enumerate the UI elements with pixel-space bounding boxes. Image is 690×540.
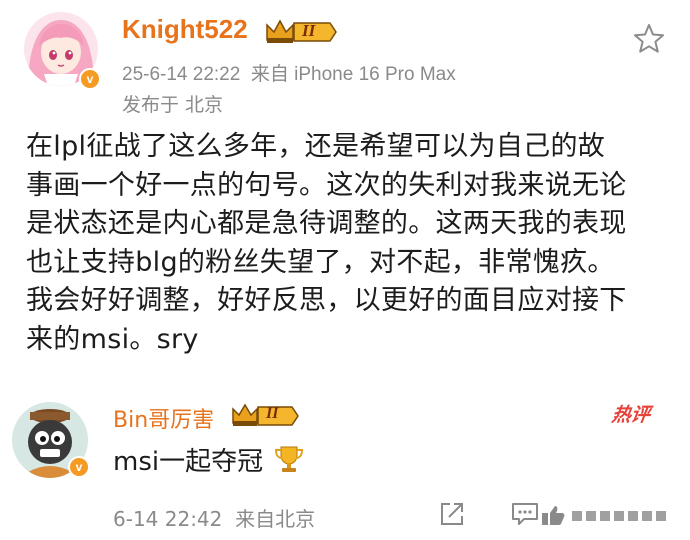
comment-author-name[interactable]: Bin哥厉害: [113, 402, 214, 434]
comment-icon: [512, 503, 538, 525]
post-line: 也让支持blg的粉丝失望了，对不起，非常愧疚。: [26, 246, 615, 278]
post-location: 发布于 北京: [122, 94, 224, 116]
reply-comment-button[interactable]: [510, 500, 540, 532]
verified-badge: v: [79, 68, 101, 90]
post-line: 我会好好调整，好好反思，以更好的面目应对接下: [26, 285, 627, 316]
comment-time-source: 6-14 22:42 来自北京: [113, 507, 316, 531]
comment-body: msi一起夺冠: [113, 441, 305, 478]
level-numeral: II: [266, 405, 279, 422]
post-line: 来的msi。sry: [26, 323, 199, 355]
author-level-badge: II: [264, 18, 338, 50]
post-line: 是状态还是内心都是急待调整的。这两天我的表现: [26, 208, 627, 239]
share-button[interactable]: [438, 500, 466, 532]
post-body: 在lpl征战了这么多年，还是希望可以为自己的故 事画一个好一点的句号。这次的失利…: [26, 128, 676, 359]
crown-icon: [232, 403, 299, 426]
crown-icon: [266, 19, 337, 43]
post-author-name[interactable]: Knight522: [122, 14, 248, 45]
like-icon: [542, 506, 666, 525]
level-numeral: II: [302, 21, 316, 40]
share-icon: [441, 503, 463, 525]
post-author-avatar[interactable]: v: [24, 12, 101, 90]
post-time-source: 25-6-14 22:22 来自 iPhone 16 Pro Max: [122, 64, 456, 85]
commenter-level-badge: II: [230, 403, 300, 433]
trophy-icon: [275, 446, 304, 472]
post-line: 在lpl征战了这么多年，还是希望可以为自己的故: [26, 131, 606, 162]
post-line: 事画一个好一点的句号。这次的失利对我来说无论: [26, 169, 627, 201]
comment-text: msi一起夺冠: [113, 447, 264, 477]
like-button[interactable]: [538, 503, 678, 533]
comment-author-avatar[interactable]: v: [12, 402, 90, 478]
star-outline-icon: [634, 24, 664, 53]
favorite-button[interactable]: [632, 22, 666, 56]
verified-badge: v: [68, 456, 90, 478]
hot-comment-tag: 热评: [610, 404, 652, 426]
